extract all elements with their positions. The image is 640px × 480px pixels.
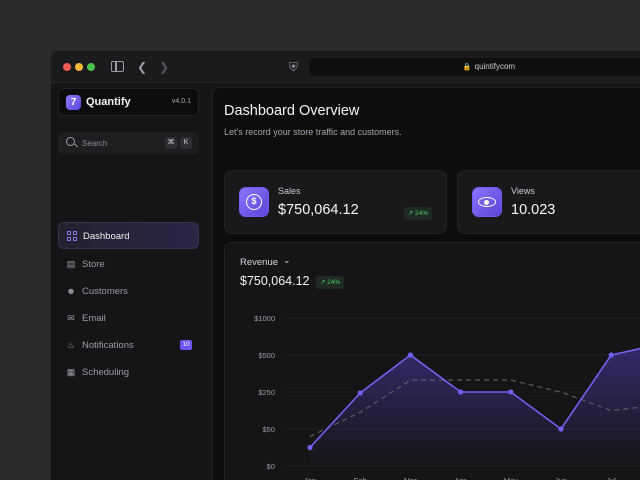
x-tick-label: Jun bbox=[555, 476, 567, 480]
bell-icon: ♨ bbox=[66, 340, 76, 350]
search-placeholder: Search bbox=[82, 139, 108, 148]
brand[interactable]: 7 Quantify v4.0.1 bbox=[58, 88, 199, 116]
sidebar-toggle-icon[interactable] bbox=[111, 61, 124, 72]
app-version: v4.0.1 bbox=[171, 98, 191, 105]
trend-value: 24% bbox=[414, 210, 428, 217]
data-point bbox=[357, 390, 363, 396]
data-point bbox=[307, 444, 313, 451]
sidebar-item-store[interactable]: ▤ Store bbox=[58, 251, 199, 278]
command-key-icon: ⌘ bbox=[165, 137, 177, 149]
page-subtitle: Let's record your store traffic and cust… bbox=[224, 127, 402, 137]
data-point bbox=[407, 352, 413, 358]
y-tick-label: $1000 bbox=[254, 314, 275, 323]
x-tick-label: May bbox=[504, 476, 518, 480]
brand-name: Quantify bbox=[86, 96, 131, 108]
revenue-chart: $1000 $500 $250 $50 $0 Jan Feb Mar Apr May Jun Jul bbox=[254, 314, 640, 480]
dollar-icon: $ bbox=[239, 187, 269, 217]
store-icon: ▤ bbox=[66, 259, 76, 269]
revenue-card: Revenue ⌄ $750,064.12 ↗ 24% $1000 $500 $25… bbox=[224, 242, 640, 480]
y-tick-label: $500 bbox=[258, 351, 275, 360]
stat-value: $750,064.12 bbox=[278, 202, 359, 218]
data-point bbox=[608, 352, 614, 358]
search-input[interactable]: Search ⌘ K bbox=[58, 132, 199, 154]
stat-label: Sales bbox=[278, 186, 301, 196]
y-tick-label: $250 bbox=[258, 388, 275, 397]
page-title: Dashboard Overview bbox=[224, 103, 360, 119]
shield-icon[interactable]: ⛨ bbox=[289, 60, 298, 74]
url-text: quintifycom bbox=[474, 62, 516, 71]
sidebar-item-scheduling[interactable]: ▦ Scheduling bbox=[58, 359, 199, 386]
eye-icon bbox=[472, 187, 502, 217]
browser-window: ❮ ❯ ⛨ 🔒 quintifycom 7 Quantify v4.0.1 Sea… bbox=[50, 50, 640, 480]
data-point bbox=[458, 389, 464, 395]
sidebar-item-label: Notifications bbox=[82, 340, 134, 351]
minimize-window-button[interactable] bbox=[75, 63, 83, 71]
lock-icon: 🔒 bbox=[462, 64, 472, 71]
sidebar-item-notifications[interactable]: ♨ Notifications 10 bbox=[58, 332, 199, 359]
stat-label: Views bbox=[511, 186, 535, 196]
notifications-badge: 10 bbox=[180, 340, 192, 350]
search-icon bbox=[66, 137, 75, 146]
x-tick-label: Jan bbox=[304, 476, 316, 480]
mail-icon: ✉ bbox=[67, 313, 75, 323]
sidebar-item-customers[interactable]: ☻ Customers bbox=[58, 278, 199, 305]
user-circle-icon: ☻ bbox=[66, 286, 76, 296]
sidebar-item-label: Store bbox=[82, 259, 105, 270]
x-tick-label: Jul bbox=[606, 476, 616, 480]
stat-value: 10.023 bbox=[511, 202, 556, 218]
sidebar-item-email[interactable]: ✉ Email bbox=[58, 305, 199, 332]
sidebar-item-label: Email bbox=[82, 313, 106, 324]
sidebar-item-label: Dashboard bbox=[83, 231, 130, 242]
grid-icon bbox=[67, 231, 77, 241]
sales-card[interactable]: $ Sales $750,064.12 ↗ 24% bbox=[224, 170, 447, 234]
x-tick-label: Feb bbox=[354, 476, 367, 480]
close-window-button[interactable] bbox=[63, 63, 71, 71]
series-area bbox=[310, 348, 640, 466]
data-point bbox=[558, 426, 564, 432]
x-tick-label: Apr bbox=[455, 476, 467, 480]
views-card[interactable]: Views 10.023 ↗ bbox=[457, 170, 640, 234]
sidebar: 7 Quantify v4.0.1 Search ⌘ K Dashboard ▤… bbox=[51, 83, 211, 480]
sidebar-item-dashboard[interactable]: Dashboard bbox=[58, 222, 199, 249]
forward-arrow-icon[interactable]: ❯ bbox=[159, 60, 169, 74]
browser-titlebar: ❮ ❯ ⛨ 🔒 quintifycom bbox=[51, 51, 640, 83]
trend-badge: ↗ 24% bbox=[403, 207, 432, 220]
calendar-icon: ▦ bbox=[66, 367, 76, 377]
y-tick-label: $0 bbox=[267, 462, 275, 471]
sidebar-item-label: Customers bbox=[82, 286, 128, 297]
x-tick-label: Mar bbox=[404, 476, 417, 480]
main-content: Dashboard Overview Let's record your sto… bbox=[212, 87, 640, 480]
sidebar-item-label: Scheduling bbox=[82, 367, 130, 378]
data-point bbox=[508, 389, 514, 395]
address-bar[interactable]: 🔒 quintifycom bbox=[309, 58, 640, 76]
maximize-window-button[interactable] bbox=[87, 63, 95, 71]
y-tick-label: $50 bbox=[262, 425, 275, 434]
k-key-hint: K bbox=[180, 137, 192, 149]
trend-up-icon: ↗ bbox=[407, 210, 415, 217]
brand-logo-icon: 7 bbox=[66, 95, 81, 110]
back-arrow-icon[interactable]: ❮ bbox=[137, 60, 147, 74]
